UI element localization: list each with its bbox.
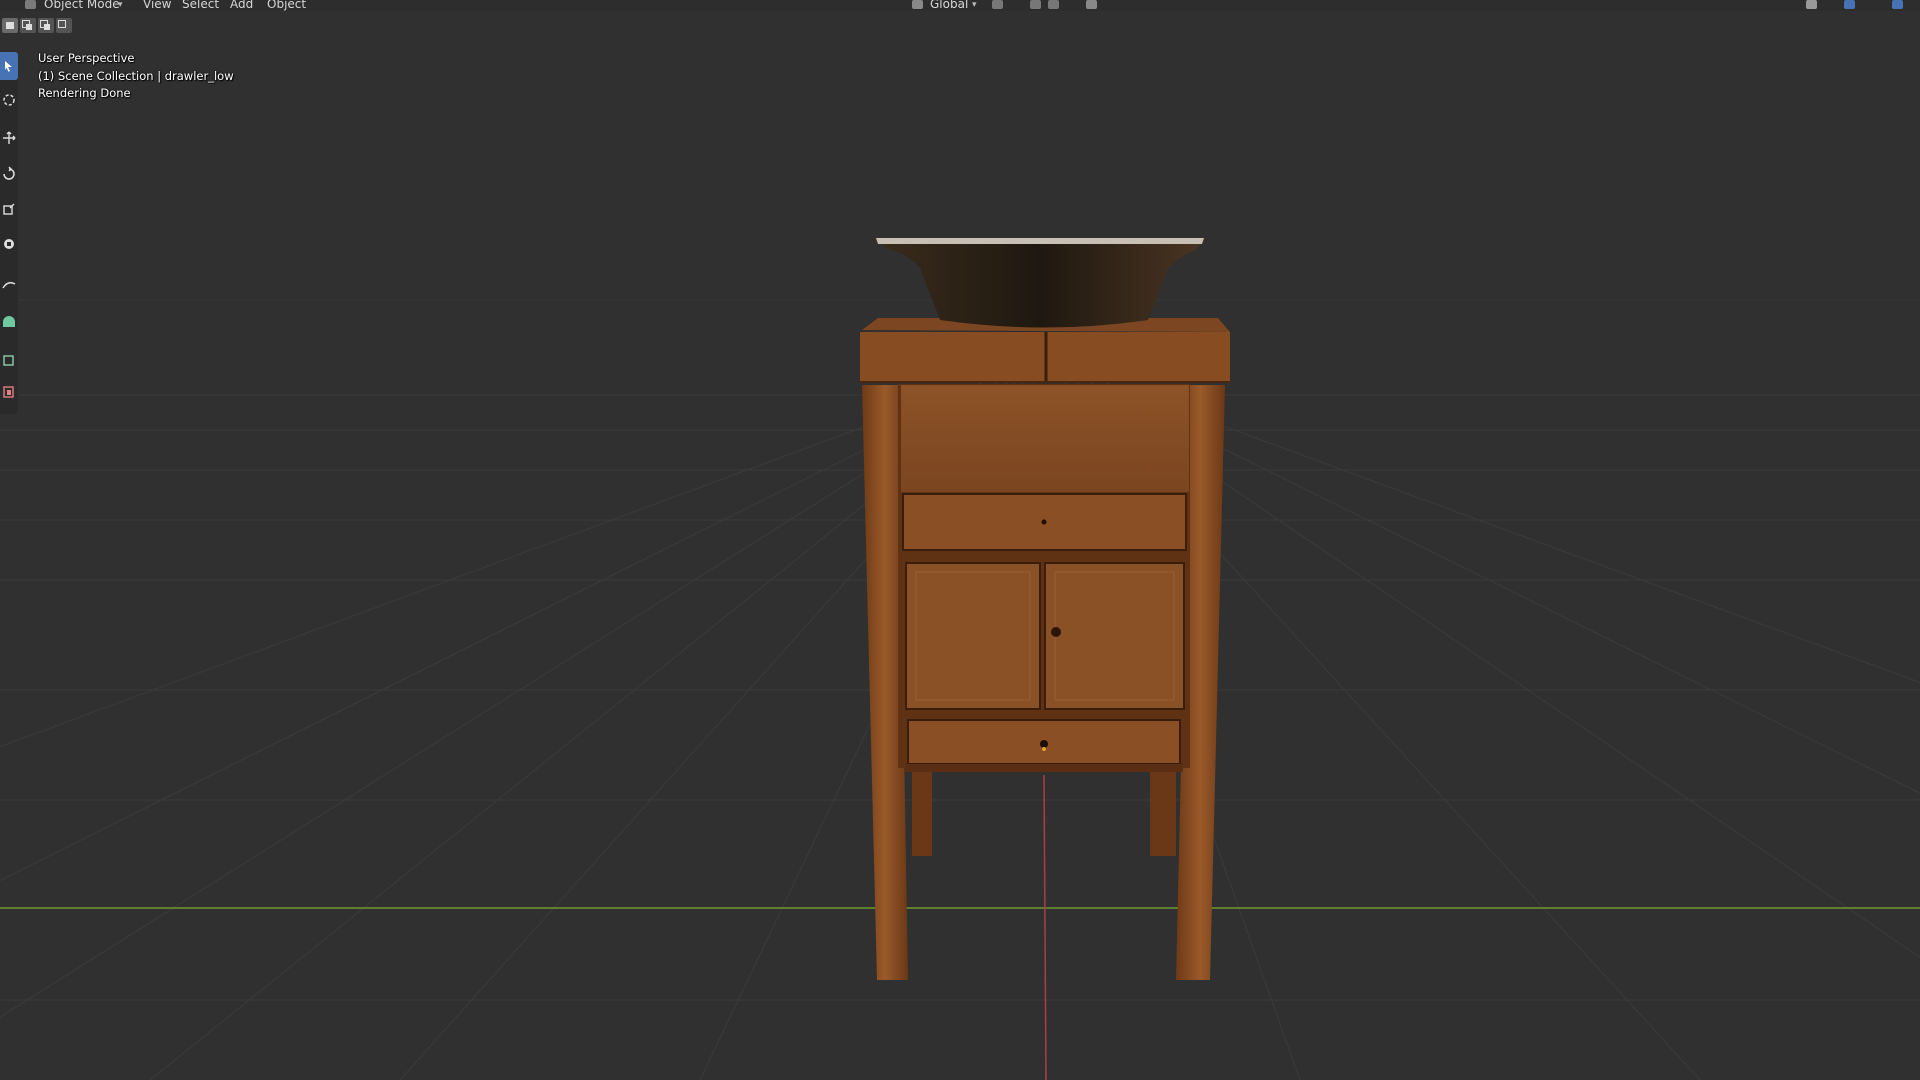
basin <box>876 238 1204 328</box>
snap-target-icon[interactable] <box>1048 0 1059 9</box>
menu-select[interactable]: Select <box>182 0 219 11</box>
cursor-tool[interactable] <box>0 86 18 114</box>
annotate-tool[interactable] <box>0 270 18 298</box>
orientation-icon <box>912 0 923 9</box>
measure-icon <box>3 316 15 327</box>
move-tool[interactable] <box>0 124 18 152</box>
scale-icon <box>3 203 15 215</box>
chevron-down-icon: ▾ <box>972 0 977 10</box>
select-box-icon <box>5 61 12 72</box>
snap-icon[interactable] <box>1030 0 1041 9</box>
gizmo-icon[interactable] <box>1844 0 1855 9</box>
chevron-down-icon: ▾ <box>118 0 123 10</box>
proportional-edit-icon[interactable] <box>1086 0 1097 9</box>
scale-tool[interactable] <box>0 195 18 223</box>
collection-info: (1) Scene Collection | drawler_low <box>38 68 234 83</box>
menu-add[interactable]: Add <box>230 0 253 11</box>
pivot-icon[interactable] <box>992 0 1003 9</box>
select-invert-button[interactable] <box>56 18 72 33</box>
drawler-model[interactable] <box>0 0 1920 1080</box>
cursor-icon <box>3 94 15 106</box>
view-name: User Perspective <box>38 51 135 65</box>
move-icon <box>3 131 16 144</box>
back-leg-left <box>912 768 932 856</box>
transform-icon <box>4 239 14 249</box>
cabinet-door-right[interactable] <box>1044 562 1185 710</box>
add-cube-icon <box>3 355 14 366</box>
tool-shelf <box>0 52 18 414</box>
extrude-tool[interactable] <box>0 378 18 406</box>
add-cube-tool[interactable] <box>0 346 18 374</box>
annotate-icon <box>2 281 16 289</box>
back-leg-right <box>1150 768 1176 856</box>
render-status: Rendering Done <box>38 86 131 100</box>
cabinet-door-left[interactable] <box>905 562 1041 710</box>
overlay-icon[interactable] <box>1892 0 1903 9</box>
orientation-dropdown[interactable]: Global <box>930 0 968 11</box>
selection-mode-buttons <box>2 18 72 33</box>
mode-dropdown[interactable]: Object Mode <box>44 0 120 11</box>
viewport-info-overlay: User Perspective (1) Scene Collection | … <box>38 50 234 103</box>
visibility-icon[interactable] <box>1806 0 1817 9</box>
menu-view[interactable]: View <box>143 0 171 11</box>
mode-icon <box>25 0 36 9</box>
3d-viewport[interactable] <box>0 0 1920 1080</box>
basin-rim <box>876 238 1204 244</box>
menu-object[interactable]: Object <box>267 0 306 11</box>
select-box-tool[interactable] <box>0 52 18 80</box>
select-subtract-button[interactable] <box>38 18 54 33</box>
viewport-header: Object Mode ▾ View Select Add Object Glo… <box>0 0 1920 11</box>
select-new-button[interactable] <box>2 18 18 33</box>
extrude-icon <box>3 386 14 398</box>
measure-tool[interactable] <box>0 308 18 336</box>
select-extend-button[interactable] <box>20 18 36 33</box>
rotate-tool[interactable] <box>0 160 18 188</box>
rotate-icon <box>3 166 15 180</box>
upper-panel <box>901 385 1189 492</box>
transform-tool[interactable] <box>0 230 18 258</box>
